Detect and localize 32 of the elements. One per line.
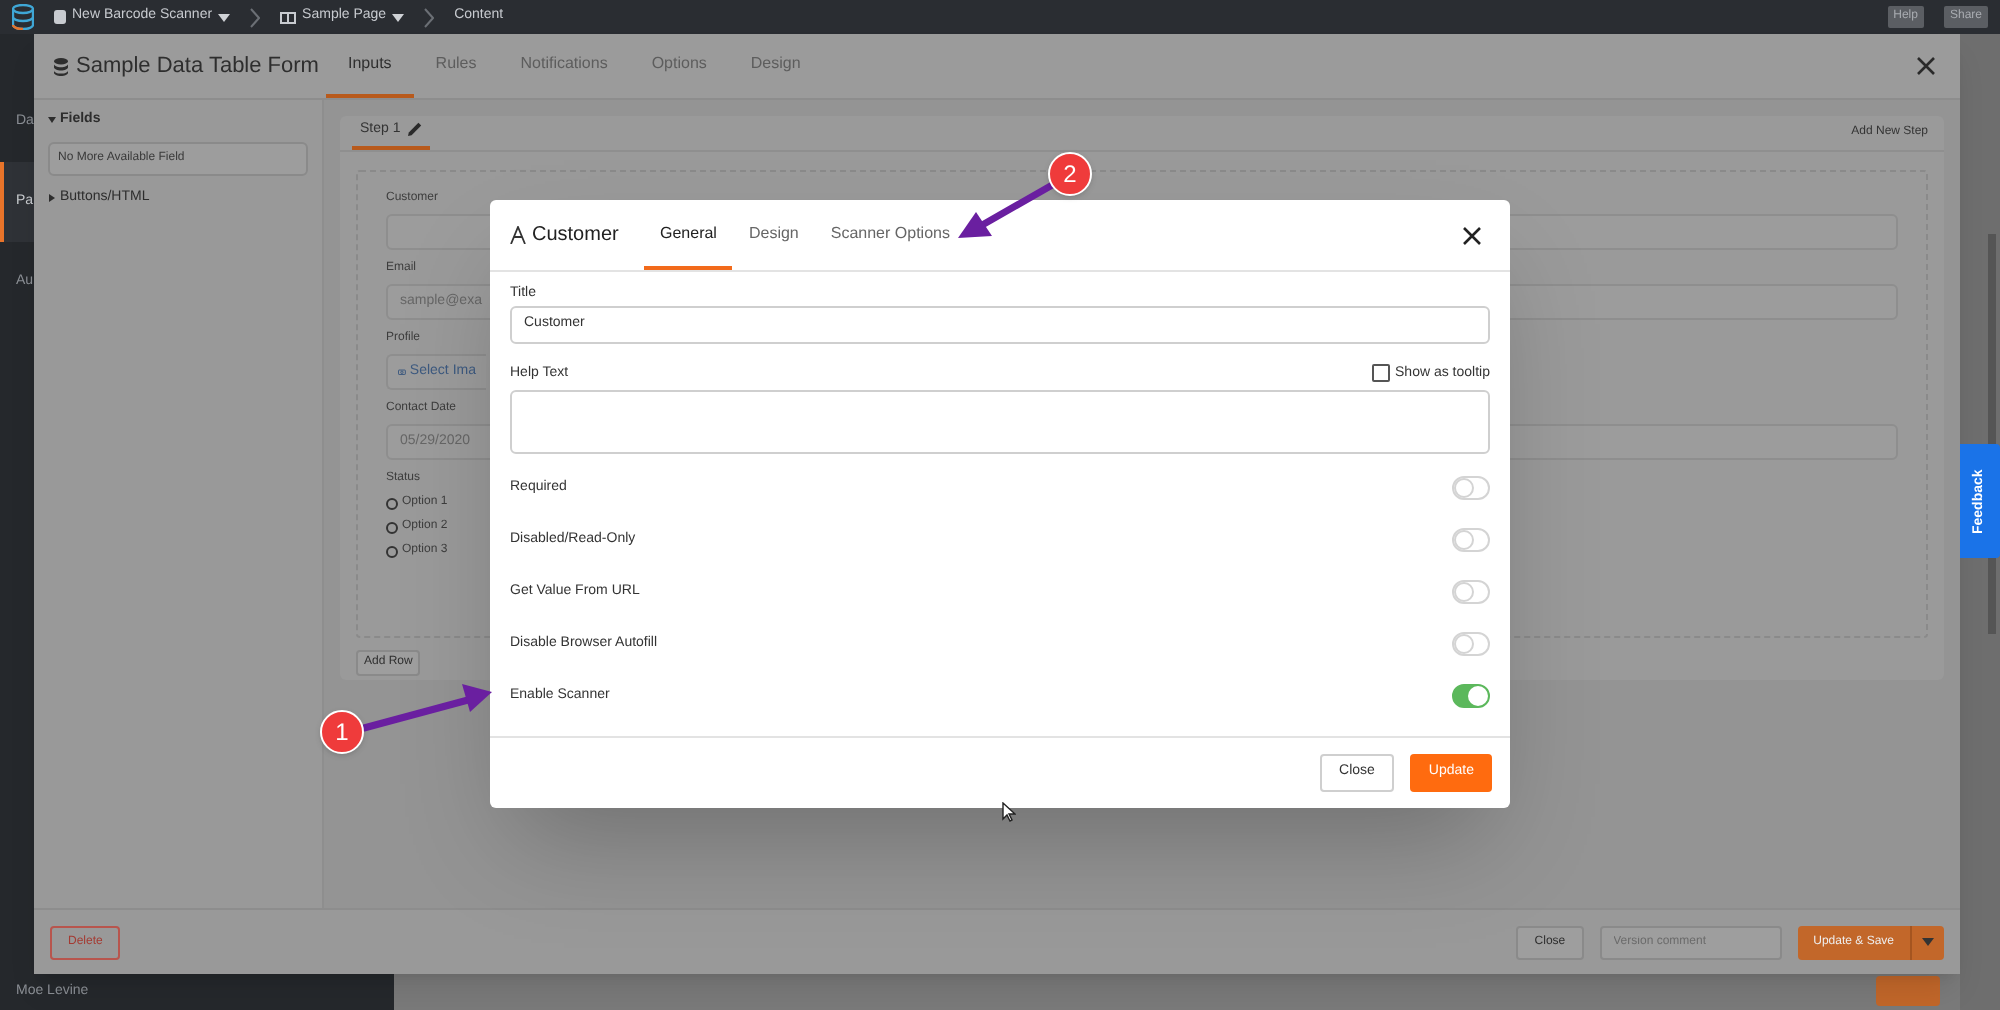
toggle-switch[interactable] — [1452, 528, 1490, 552]
camera-icon — [398, 366, 406, 378]
annotation-arrow — [360, 684, 492, 732]
dialog-title: Customer — [510, 200, 644, 270]
database-logo-icon — [12, 4, 34, 30]
radio-button[interactable] — [386, 497, 398, 509]
radio-button[interactable] — [386, 521, 398, 533]
columns-icon — [280, 11, 297, 23]
editor-tab[interactable]: Rules — [413, 34, 499, 98]
close-icon[interactable] — [1462, 225, 1482, 245]
toggle-switch[interactable] — [1452, 580, 1490, 604]
pencil-icon — [408, 122, 423, 137]
caret-icon — [1922, 938, 1934, 946]
form-title: Sample Data Table Form — [54, 49, 326, 83]
chevron-right-icon — [250, 7, 261, 27]
toggle-switch[interactable] — [1452, 476, 1490, 500]
editor-tab[interactable]: Options — [629, 34, 729, 98]
checkbox[interactable] — [1371, 364, 1390, 383]
caret-down-icon — [48, 116, 56, 125]
dialog-tab[interactable]: Design — [732, 200, 815, 270]
annotation-arrow — [958, 180, 1058, 238]
toggle-switch[interactable] — [1452, 684, 1490, 708]
toggle-switch[interactable] — [1452, 632, 1490, 656]
caret-right-icon — [48, 193, 56, 202]
save-options-button[interactable] — [1910, 925, 1944, 959]
radio-button[interactable] — [386, 545, 398, 557]
text-field-icon — [510, 226, 526, 244]
dialog-tab[interactable]: General — [644, 200, 733, 270]
editor-tab[interactable]: Design — [728, 34, 823, 98]
editor-tab[interactable]: Notifications — [498, 34, 630, 98]
chevron-right-icon — [424, 7, 435, 27]
dialog-tab[interactable]: Scanner Options — [814, 200, 966, 270]
